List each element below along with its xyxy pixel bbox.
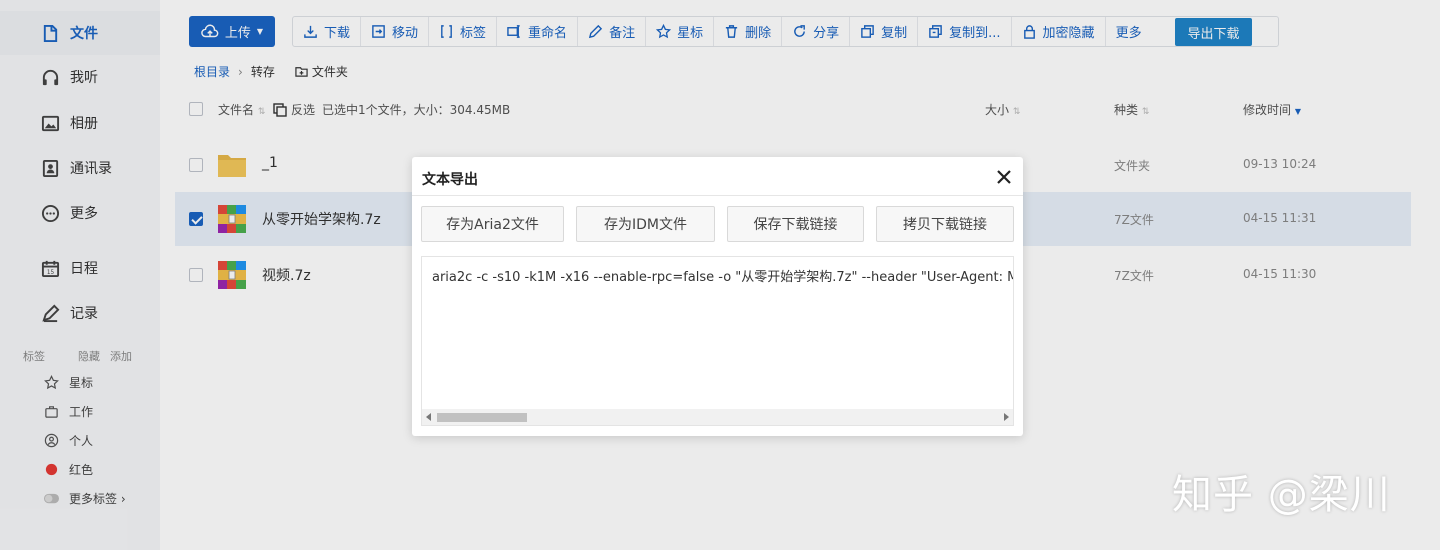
scroll-right-arrow-icon[interactable] <box>1004 413 1009 421</box>
save-links-label: 保存下载链接 <box>753 217 838 233</box>
scrollbar-thumb[interactable] <box>437 413 527 422</box>
save-aria2-button[interactable]: 存为Aria2文件 <box>421 206 564 242</box>
copy-links-button[interactable]: 拷贝下载链接 <box>876 206 1014 242</box>
scroll-left-arrow-icon[interactable] <box>426 413 431 421</box>
export-text-area[interactable]: aria2c -c -s10 -k1M -x16 --enable-rpc=fa… <box>421 256 1014 426</box>
save-idm-button[interactable]: 存为IDM文件 <box>576 206 715 242</box>
close-button[interactable] <box>995 168 1013 186</box>
dialog-divider <box>412 195 1023 196</box>
save-idm-label: 存为IDM文件 <box>604 217 687 233</box>
save-aria2-label: 存为Aria2文件 <box>446 217 539 233</box>
dialog-title: 文本导出 <box>422 172 478 188</box>
copy-links-label: 拷贝下载链接 <box>903 217 987 233</box>
save-links-button[interactable]: 保存下载链接 <box>727 206 864 242</box>
text-export-dialog: 文本导出 存为Aria2文件 存为IDM文件 保存下载链接 拷贝下载链接 ari… <box>412 157 1023 436</box>
export-text: aria2c -c -s10 -k1M -x16 --enable-rpc=fa… <box>432 270 1014 285</box>
horizontal-scrollbar[interactable] <box>422 409 1013 425</box>
watermark: 知乎 @梁川 <box>1172 472 1391 518</box>
close-icon <box>997 170 1011 184</box>
